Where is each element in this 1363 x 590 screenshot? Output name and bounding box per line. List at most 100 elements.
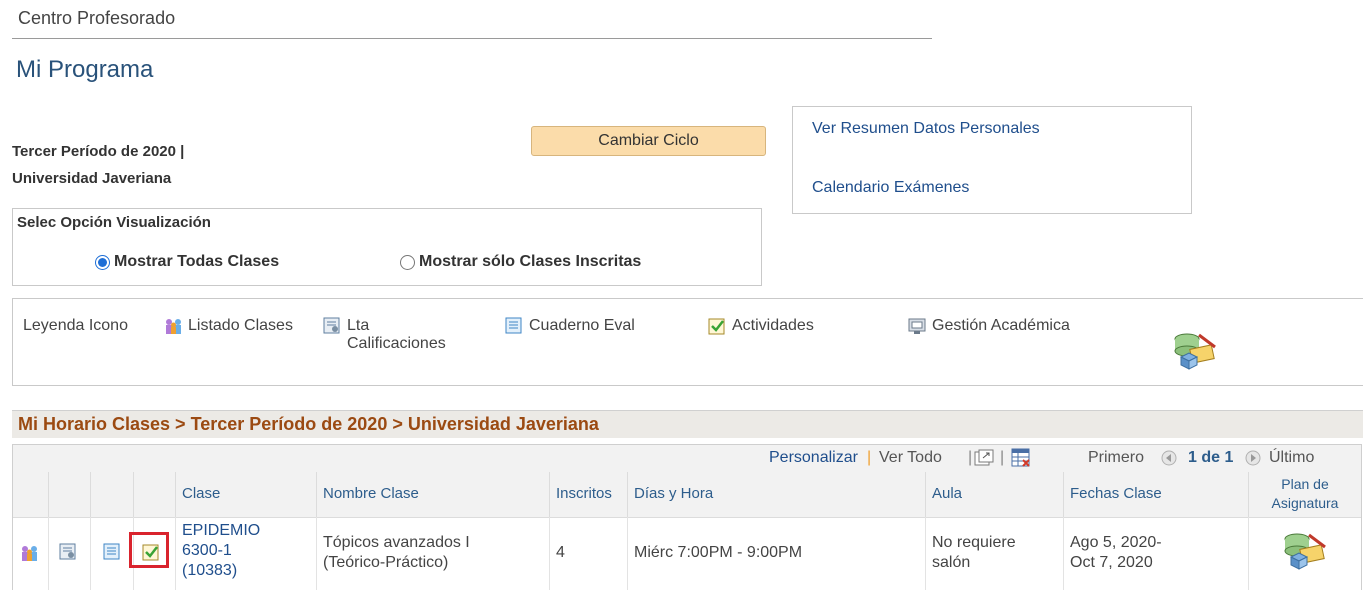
legend-gradebook-label: Cuaderno Eval bbox=[529, 317, 635, 334]
header-class-name[interactable]: Nombre Clase bbox=[317, 472, 550, 517]
row-class-name-cell: Tópicos avanzados I (Teórico-Práctico) bbox=[317, 517, 550, 590]
class-section-line: 6300-1 bbox=[182, 542, 232, 559]
row-dates-cell: Ago 5, 2020- Oct 7, 2020 bbox=[1064, 517, 1249, 590]
header-syllabus-plan: Plan de Asignatura bbox=[1249, 472, 1361, 517]
nav-separator: | bbox=[968, 449, 973, 466]
legend-gradebook: Cuaderno Eval bbox=[505, 317, 635, 335]
header-icon-column bbox=[13, 472, 49, 517]
grid-navigation-bar: Personalizar | Ver Todo | | Primero 1 de… bbox=[13, 445, 1361, 473]
legend-grade-roster: Lta Calificaciones bbox=[323, 317, 446, 353]
class-number-line: (10383) bbox=[182, 562, 238, 579]
dates-value: Ago 5, 2020- Oct 7, 2020 bbox=[1070, 533, 1162, 573]
header-days-time[interactable]: Días y Hora bbox=[628, 472, 926, 517]
gradebook-icon bbox=[505, 317, 523, 335]
class-code-link[interactable]: EPIDEMIO 6300-1 (10383) bbox=[182, 521, 260, 581]
header-class-name-label: Nombre Clase bbox=[323, 485, 419, 502]
view-all-link[interactable]: Ver Todo bbox=[879, 449, 942, 467]
new-window-icon[interactable] bbox=[974, 449, 994, 472]
view-options-title: Selec Opción Visualización bbox=[17, 214, 211, 231]
legend-activities: Actividades bbox=[708, 317, 814, 335]
breadcrumb-section: Centro Profesorado bbox=[18, 8, 176, 28]
page-title: Mi Programa bbox=[16, 56, 154, 83]
legend-label: Leyenda Icono bbox=[23, 317, 128, 334]
room-line: salón bbox=[932, 554, 971, 571]
row-gradebook-cell bbox=[91, 517, 134, 590]
page-indicator: 1 de 1 bbox=[1188, 449, 1234, 466]
change-term-button[interactable]: Cambiar Ciclo bbox=[531, 126, 766, 156]
show-all-classes-option[interactable]: Mostrar Todas Clases bbox=[95, 253, 279, 271]
class-name-line: Tópicos avanzados I bbox=[323, 534, 470, 551]
schedule-title: Mi Horario Clases > Tercer Período de 20… bbox=[18, 414, 599, 434]
show-enrolled-classes-option[interactable]: Mostrar sólo Clases Inscritas bbox=[400, 253, 641, 271]
last-page-label[interactable]: Último bbox=[1269, 449, 1314, 467]
class-name-line: (Teórico-Práctico) bbox=[323, 554, 449, 571]
header-enrolled-label: Inscritos bbox=[556, 485, 612, 502]
header-room[interactable]: Aula bbox=[926, 472, 1064, 517]
header-enrolled[interactable]: Inscritos bbox=[550, 472, 628, 517]
row-grade-roster-cell bbox=[49, 517, 91, 590]
radio-selected-icon[interactable] bbox=[95, 254, 110, 270]
gradebook-icon[interactable] bbox=[103, 543, 121, 566]
first-page-label[interactable]: Primero bbox=[1088, 449, 1144, 467]
class-code-line: EPIDEMIO bbox=[182, 522, 261, 539]
row-room-cell: No requiere salón bbox=[926, 517, 1064, 590]
dates-line: Ago 5, 2020- bbox=[1070, 534, 1162, 551]
days-time-value: Miérc 7:00PM - 9:00PM bbox=[634, 544, 803, 561]
legend-activities-label: Actividades bbox=[732, 317, 814, 334]
people-icon bbox=[164, 317, 182, 335]
enrolled-count: 4 bbox=[556, 544, 565, 561]
header-class[interactable]: Clase bbox=[176, 472, 317, 517]
row-class-cell[interactable]: EPIDEMIO 6300-1 (10383) bbox=[176, 517, 317, 590]
legend-academic-management-label: Gestión Académica bbox=[932, 317, 1070, 334]
header-dates-label: Fechas Clase bbox=[1070, 485, 1162, 502]
schedule-title-bar: Mi Horario Clases > Tercer Período de 20… bbox=[12, 410, 1363, 438]
class-schedule-grid: Personalizar | Ver Todo | | Primero 1 de… bbox=[12, 444, 1362, 590]
header-dates[interactable]: Fechas Clase bbox=[1064, 472, 1249, 517]
syllabus-plan-icon bbox=[1171, 329, 1219, 378]
nav-separator: | bbox=[867, 449, 872, 466]
row-syllabus-plan-cell bbox=[1249, 517, 1361, 590]
header-icon-column bbox=[134, 472, 176, 517]
show-all-classes-label: Mostrar Todas Clases bbox=[114, 253, 280, 270]
header-icon-column bbox=[49, 472, 91, 517]
row-days-time-cell: Miérc 7:00PM - 9:00PM bbox=[628, 517, 926, 590]
dates-line: Oct 7, 2020 bbox=[1070, 554, 1153, 571]
download-spreadsheet-icon[interactable] bbox=[1011, 448, 1031, 473]
syllabus-plan-icon[interactable] bbox=[1281, 529, 1329, 578]
row-class-list-cell bbox=[13, 517, 49, 590]
legend-class-list-label: Listado Clases bbox=[188, 317, 293, 334]
people-icon[interactable] bbox=[20, 544, 40, 567]
room-line: No requiere bbox=[932, 534, 1016, 551]
personalize-link[interactable]: Personalizar bbox=[769, 449, 858, 467]
room-value: No requiere salón bbox=[932, 533, 1016, 573]
term-label: Tercer Período de 2020 | bbox=[12, 143, 185, 160]
show-enrolled-classes-label: Mostrar sólo Clases Inscritas bbox=[419, 253, 642, 270]
checklist-icon bbox=[708, 317, 726, 335]
row-enrolled-cell: 4 bbox=[550, 517, 628, 590]
header-room-label: Aula bbox=[932, 485, 963, 502]
grade-roster-icon bbox=[323, 317, 341, 335]
grid-header-row: Clase Nombre Clase Inscritos Días y Hora… bbox=[13, 472, 1361, 518]
header-icon-column bbox=[91, 472, 134, 517]
checklist-icon[interactable] bbox=[142, 543, 160, 566]
header-syllabus-plan-label: Plan de Asignatura bbox=[1271, 476, 1339, 511]
legend-grade-roster-label: Lta Calificaciones bbox=[347, 317, 446, 352]
legend-class-list: Listado Clases bbox=[164, 317, 293, 335]
radio-unselected-icon[interactable] bbox=[400, 254, 415, 270]
nav-separator: | bbox=[1000, 449, 1005, 466]
institution-label: Universidad Javeriana bbox=[12, 170, 172, 187]
view-options-panel: Selec Opción Visualización Mostrar Todas… bbox=[12, 208, 762, 286]
quick-links-panel: Ver Resumen Datos Personales Calendario … bbox=[792, 106, 1192, 214]
header-class-label: Clase bbox=[182, 485, 221, 502]
previous-page-icon[interactable] bbox=[1161, 450, 1177, 471]
next-page-icon[interactable] bbox=[1245, 450, 1261, 471]
row-activities-cell bbox=[129, 517, 176, 590]
personal-data-link[interactable]: Ver Resumen Datos Personales bbox=[812, 120, 1040, 138]
icon-legend: Leyenda Icono Listado Clases Lta Calific… bbox=[12, 298, 1363, 386]
header-divider bbox=[12, 38, 932, 39]
exam-calendar-link[interactable]: Calendario Exámenes bbox=[812, 179, 969, 197]
legend-academic-management: Gestión Académica bbox=[908, 317, 1070, 335]
academic-management-icon bbox=[908, 317, 926, 335]
grade-roster-icon[interactable] bbox=[59, 543, 77, 566]
header-days-time-label: Días y Hora bbox=[634, 485, 714, 502]
